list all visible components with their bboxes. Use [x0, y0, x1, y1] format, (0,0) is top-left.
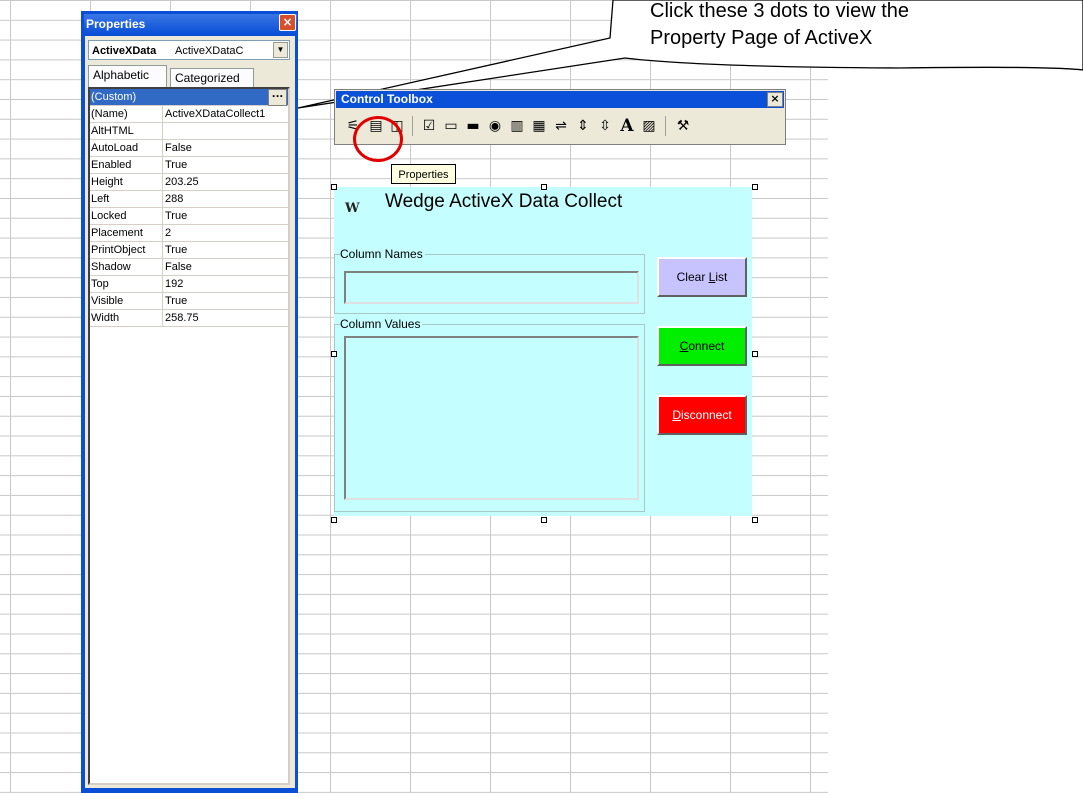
tab-alphabetic[interactable]: Alphabetic	[88, 65, 167, 87]
property-name: AutoLoad	[91, 142, 139, 154]
property-row[interactable]: Placement 2	[90, 225, 288, 242]
property-value[interactable]: 192	[165, 276, 287, 292]
property-row[interactable]: Height 203.25	[90, 174, 288, 191]
property-value[interactable]: False	[165, 140, 287, 156]
column-names-field[interactable]	[344, 271, 639, 304]
close-icon[interactable]: ×	[767, 92, 783, 107]
property-value[interactable]: True	[165, 242, 287, 258]
property-row[interactable]: (Custom) ...	[90, 89, 288, 106]
resize-handle[interactable]	[752, 184, 758, 190]
activex-title: Wedge ActiveX Data Collect	[385, 191, 623, 212]
properties-title: Properties	[84, 14, 297, 34]
callout-line-1: Click these 3 dots to view the	[650, 0, 910, 22]
property-name: Shadow	[91, 261, 131, 273]
property-value[interactable]: 258.75	[165, 310, 287, 326]
property-name: Locked	[91, 210, 127, 222]
object-name: ActiveXData	[92, 45, 157, 57]
property-name: PrintObject	[91, 244, 146, 256]
property-name: Top	[91, 278, 109, 290]
textbox-icon[interactable]: ▭	[441, 116, 461, 136]
property-value[interactable]: True	[165, 293, 287, 309]
resize-handle[interactable]	[541, 184, 547, 190]
disconnect-button[interactable]: Disconnect	[657, 395, 747, 435]
option-button-icon[interactable]: ◉	[485, 116, 505, 136]
close-icon[interactable]: ×	[279, 14, 296, 31]
checkbox-icon[interactable]: ☑	[419, 116, 439, 136]
property-name: Height	[91, 176, 123, 188]
connect-button[interactable]: Connect	[657, 326, 747, 366]
property-value[interactable]: True	[165, 208, 287, 224]
property-value[interactable]: True	[165, 157, 287, 173]
property-value[interactable]: 203.25	[165, 174, 287, 190]
label-icon[interactable]: A	[617, 116, 637, 136]
activex-control[interactable]: W Wedge ActiveX Data Collect Column Name…	[334, 187, 752, 516]
property-row[interactable]: (Name) ActiveXDataCollect1	[90, 106, 288, 123]
resize-handle[interactable]	[331, 351, 337, 357]
toggle-button-icon[interactable]: ⇌	[551, 116, 571, 136]
object-selector[interactable]: ActiveXData ActiveXDataC ▼	[88, 40, 290, 60]
object-type: ActiveXDataC	[175, 45, 244, 57]
property-name: Visible	[91, 295, 124, 307]
column-values-group: Column Values	[334, 316, 645, 512]
image-icon[interactable]: ▨	[639, 116, 659, 136]
resize-handle[interactable]	[541, 517, 547, 523]
highlight-circle	[353, 116, 403, 162]
property-name: (Custom)	[91, 91, 137, 103]
spin-button-icon[interactable]: ⇕	[573, 116, 593, 136]
column-values-label: Column Values	[340, 316, 423, 332]
tab-categorized[interactable]: Categorized	[170, 68, 254, 87]
callout-text: Click these 3 dots to view the Property …	[650, 0, 1070, 52]
property-name: (Name)	[91, 108, 128, 120]
ellipsis-button[interactable]: ...	[268, 89, 287, 106]
column-names-group: Column Names	[334, 246, 645, 314]
property-value[interactable]: 288	[165, 191, 287, 207]
property-row[interactable]: Shadow False	[90, 259, 288, 276]
resize-handle[interactable]	[752, 517, 758, 523]
properties-window: Properties × ActiveXData ActiveXDataC ▼ …	[81, 11, 298, 793]
command-button-icon[interactable]: ▬	[463, 116, 483, 136]
property-name: Width	[91, 312, 120, 324]
resize-handle[interactable]	[331, 184, 337, 190]
resize-handle[interactable]	[331, 517, 337, 523]
property-name: Placement	[91, 227, 143, 239]
property-value[interactable]: 2	[165, 225, 287, 241]
toolbar-separator	[665, 116, 666, 136]
property-name: AltHTML	[91, 125, 134, 137]
clear-list-button[interactable]: Clear List	[657, 257, 747, 297]
wedge-logo-icon: W	[345, 201, 360, 216]
property-name: Left	[91, 193, 110, 205]
combobox-icon[interactable]: ▦	[529, 116, 549, 136]
more-controls-icon[interactable]: ⚒	[673, 116, 693, 136]
listbox-icon[interactable]: ▥	[507, 116, 527, 136]
resize-handle[interactable]	[752, 351, 758, 357]
chevron-down-icon[interactable]: ▼	[273, 42, 288, 58]
property-row[interactable]: Enabled True	[90, 157, 288, 174]
property-row[interactable]: AutoLoad False	[90, 140, 288, 157]
scrollbar-icon[interactable]: ⇳	[595, 116, 615, 136]
property-value[interactable]: ActiveXDataCollect1	[165, 106, 287, 122]
property-row[interactable]: AltHTML	[90, 123, 288, 140]
property-grid: (Custom) ... (Name) ActiveXDataCollect1 A…	[88, 87, 290, 785]
callout-line-2: Property Page of ActiveX	[650, 27, 873, 49]
property-value[interactable]: False	[165, 259, 287, 275]
tooltip: Properties	[391, 164, 456, 184]
column-names-label: Column Names	[340, 246, 425, 262]
toolbar-separator	[412, 116, 413, 136]
toolbox-title: Control Toolbox	[336, 91, 784, 108]
property-row[interactable]: Width 258.75	[90, 310, 288, 327]
property-row[interactable]: Locked True	[90, 208, 288, 225]
property-row[interactable]: PrintObject True	[90, 242, 288, 259]
properties-body: ActiveXData ActiveXDataC ▼ Alphabetic Ca…	[85, 36, 295, 788]
property-row[interactable]: Top 192	[90, 276, 288, 293]
property-row[interactable]: Left 288	[90, 191, 288, 208]
property-row[interactable]: Visible True	[90, 293, 288, 310]
column-values-list[interactable]	[344, 336, 639, 500]
property-name: Enabled	[91, 159, 132, 171]
